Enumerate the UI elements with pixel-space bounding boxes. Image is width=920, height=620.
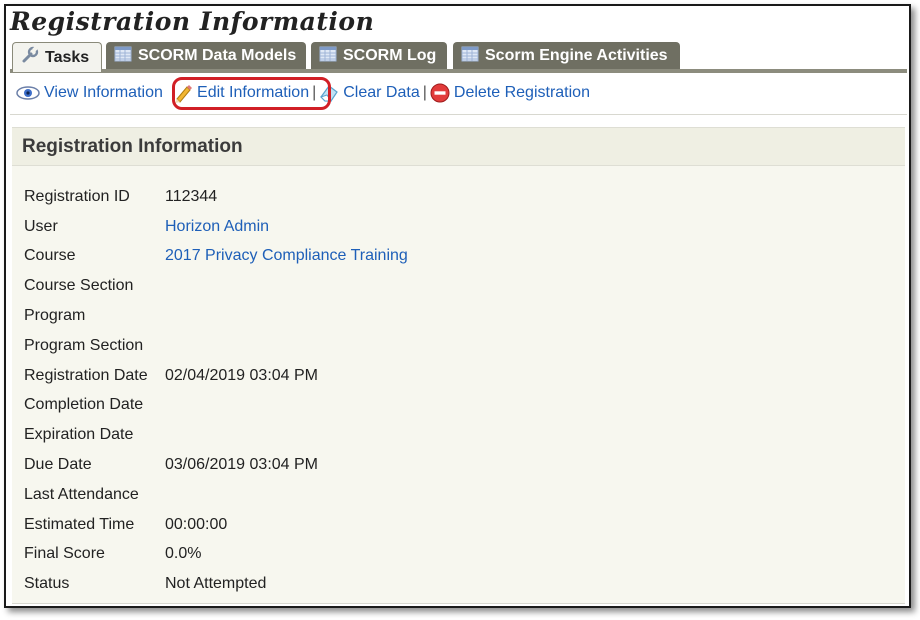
registration-panel: Registration Information Registration ID… [12, 127, 905, 603]
detail-row-registration-id: Registration ID 112344 [24, 182, 408, 212]
detail-row-completion-date: Completion Date [24, 391, 408, 421]
tab-scorm-log[interactable]: SCORM Log [311, 42, 447, 70]
action-toolbar: View Information | Edit Information | Cl… [16, 80, 590, 106]
detail-label: Registration Date [24, 366, 148, 384]
detail-row-estimated-time: Estimated Time 00:00:00 [24, 510, 408, 540]
tab-scorm-engine-activities[interactable]: Scorm Engine Activities [453, 42, 680, 70]
detail-label: Estimated Time [24, 515, 135, 533]
panel-bottom-border [12, 603, 905, 604]
view-information-label: View Information [44, 84, 163, 101]
status-value: Not Attempted [165, 575, 267, 593]
course-link[interactable]: 2017 Privacy Compliance Training [165, 247, 408, 265]
delete-registration-label: Delete Registration [453, 84, 590, 101]
tab-scorm-data-models[interactable]: SCORM Data Models [106, 42, 306, 70]
registration-details: Registration ID 112344 User Horizon Admi… [24, 182, 408, 599]
detail-row-status: Status Not Attempted [24, 569, 408, 599]
tab-tasks[interactable]: Tasks [12, 42, 102, 72]
detail-value: 02/04/2019 03:04 PM [165, 366, 319, 384]
detail-row-expiration-date: Expiration Date [24, 420, 408, 450]
wrench-icon [21, 46, 39, 69]
detail-label: Course [24, 247, 76, 265]
detail-row-user: User Horizon Admin [24, 212, 408, 242]
tab-label: Tasks [45, 48, 90, 66]
edit-information-label: Edit Information [197, 84, 310, 101]
edit-information-link[interactable]: Edit Information [173, 83, 309, 103]
table-icon [114, 46, 132, 67]
detail-row-course: Course 2017 Privacy Compliance Training [24, 242, 408, 272]
detail-value: 00:00:00 [165, 515, 228, 533]
tab-label: SCORM Data Models [138, 47, 297, 64]
eraser-icon [319, 83, 339, 103]
detail-row-final-score: Final Score 0.0% [24, 540, 408, 570]
detail-value: 0.0% [165, 545, 202, 563]
toolbar-divider [10, 114, 907, 115]
detail-label: Last Attendance [24, 485, 139, 503]
detail-row-last-attendance: Last Attendance [24, 480, 408, 510]
table-icon [319, 46, 337, 67]
panel-title: Registration Information [12, 128, 905, 166]
detail-label: Course Section [24, 277, 134, 295]
detail-label: Final Score [24, 545, 105, 563]
detail-label: Completion Date [24, 396, 144, 414]
clear-data-label: Clear Data [343, 84, 420, 101]
detail-label: Status [24, 575, 70, 593]
application-frame: Registration Information Tasks SCORM Dat… [4, 4, 911, 608]
user-link[interactable]: Horizon Admin [165, 218, 269, 236]
detail-label: Program [24, 307, 86, 325]
detail-value: 03/06/2019 03:04 PM [165, 456, 319, 474]
eye-icon [16, 85, 40, 101]
detail-label: User [24, 217, 58, 235]
detail-label: Registration ID [24, 187, 130, 205]
toolbar-separator: | [422, 84, 427, 101]
clear-data-link[interactable]: Clear Data [319, 83, 420, 103]
detail-row-registration-date: Registration Date 02/04/2019 03:04 PM [24, 361, 408, 391]
view-information-link[interactable]: View Information [16, 84, 163, 102]
tab-label: SCORM Log [343, 47, 437, 64]
detail-label: Due Date [24, 456, 92, 474]
detail-row-program: Program [24, 301, 408, 331]
detail-value: 112344 [165, 187, 218, 205]
detail-row-due-date: Due Date 03/06/2019 03:04 PM [24, 450, 408, 480]
detail-label: Expiration Date [24, 426, 134, 444]
tab-label: Scorm Engine Activities [485, 47, 668, 64]
page-title: Registration Information [10, 7, 375, 36]
delete-icon [430, 83, 450, 103]
detail-label: Program Section [24, 336, 144, 354]
tab-bar-divider [10, 69, 907, 73]
detail-row-course-section: Course Section [24, 271, 408, 301]
delete-registration-link[interactable]: Delete Registration [430, 83, 590, 103]
detail-row-program-section: Program Section [24, 331, 408, 361]
pencil-icon [173, 83, 193, 103]
toolbar-separator: | [312, 84, 317, 101]
table-icon [461, 46, 479, 67]
